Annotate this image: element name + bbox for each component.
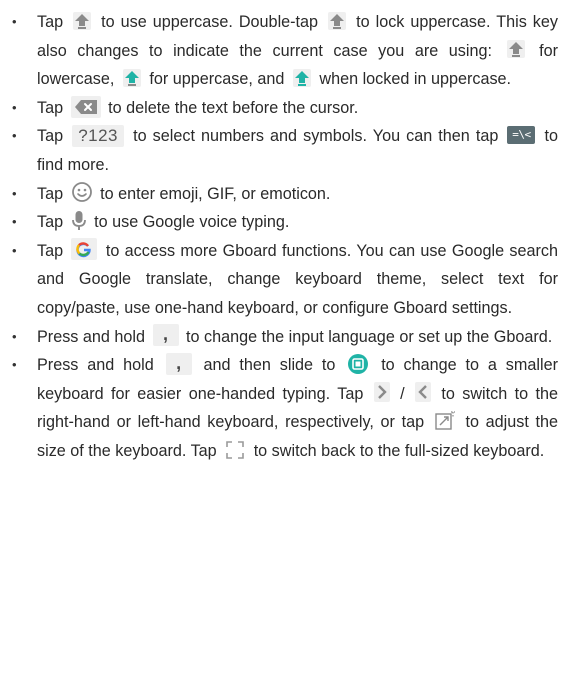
item-text: to enter emoji, GIF, or emoticon. [100, 184, 331, 203]
list-item: Tap to delete the text before the cursor… [10, 94, 558, 123]
backspace-icon [70, 95, 101, 118]
shift-arrow-icon [327, 11, 347, 31]
list-item: Tap to use Google voice typing. [10, 208, 558, 237]
separator-slash: / [400, 384, 405, 403]
item-text: to use Google voice typing. [94, 213, 290, 232]
list-item: Tap ?123 to select numbers and symbols. … [10, 122, 558, 179]
shift-uppercase-icon [122, 68, 142, 88]
item-text: to delete the text before the cursor. [108, 98, 359, 117]
item-text: when locked in uppercase. [319, 70, 512, 89]
chevron-right-icon [373, 382, 390, 403]
list-item: Tap to access more Gboard functions. You… [10, 237, 558, 323]
symbols-key: ?123 [72, 125, 125, 148]
item-text: Tap [37, 241, 64, 260]
chevron-left-icon [414, 382, 431, 403]
comma-key: , [152, 324, 179, 347]
list-item: Press and hold , and then slide to to ch… [10, 351, 558, 465]
item-text: to select numbers and symbols. You can t… [133, 127, 499, 146]
item-text: to access more Gboard functions. You can… [37, 241, 559, 317]
shift-lowercase-icon [506, 39, 526, 59]
list-item: Tap to use uppercase. Double-tap to lock… [10, 8, 558, 94]
item-text: to switch back to the full-sized keyboar… [253, 441, 545, 460]
list-item: Tap to enter emoji, GIF, or emoticon. [10, 180, 558, 209]
resize-icon [434, 410, 456, 432]
item-text: Press and hold [37, 327, 145, 346]
microphone-icon [71, 210, 87, 232]
item-text: Tap [37, 127, 64, 146]
item-text: and then slide to [203, 356, 336, 375]
instruction-list: Tap to use uppercase. Double-tap to lock… [10, 8, 558, 466]
smiley-icon [71, 181, 93, 203]
comma-key: , [165, 352, 192, 375]
one-hand-keyboard-icon [347, 353, 369, 375]
item-text: for uppercase, and [149, 70, 285, 89]
page: Tap to use uppercase. Double-tap to lock… [0, 0, 568, 675]
list-item: Press and hold , to change the input lan… [10, 323, 558, 352]
item-text: Tap [37, 13, 64, 31]
shift-locked-icon [292, 68, 312, 88]
item-text: to change the input language or set up t… [186, 327, 553, 346]
more-symbols-key: =\< [507, 126, 536, 145]
google-g-icon [71, 238, 98, 261]
shift-arrow-icon [72, 11, 92, 31]
item-text: Tap [37, 213, 64, 232]
expand-icon [224, 439, 246, 461]
item-text: Tap [37, 184, 64, 203]
item-text: to use uppercase. Double-tap [101, 13, 319, 31]
item-text: Tap [37, 98, 64, 117]
item-text: Press and hold [37, 356, 154, 375]
